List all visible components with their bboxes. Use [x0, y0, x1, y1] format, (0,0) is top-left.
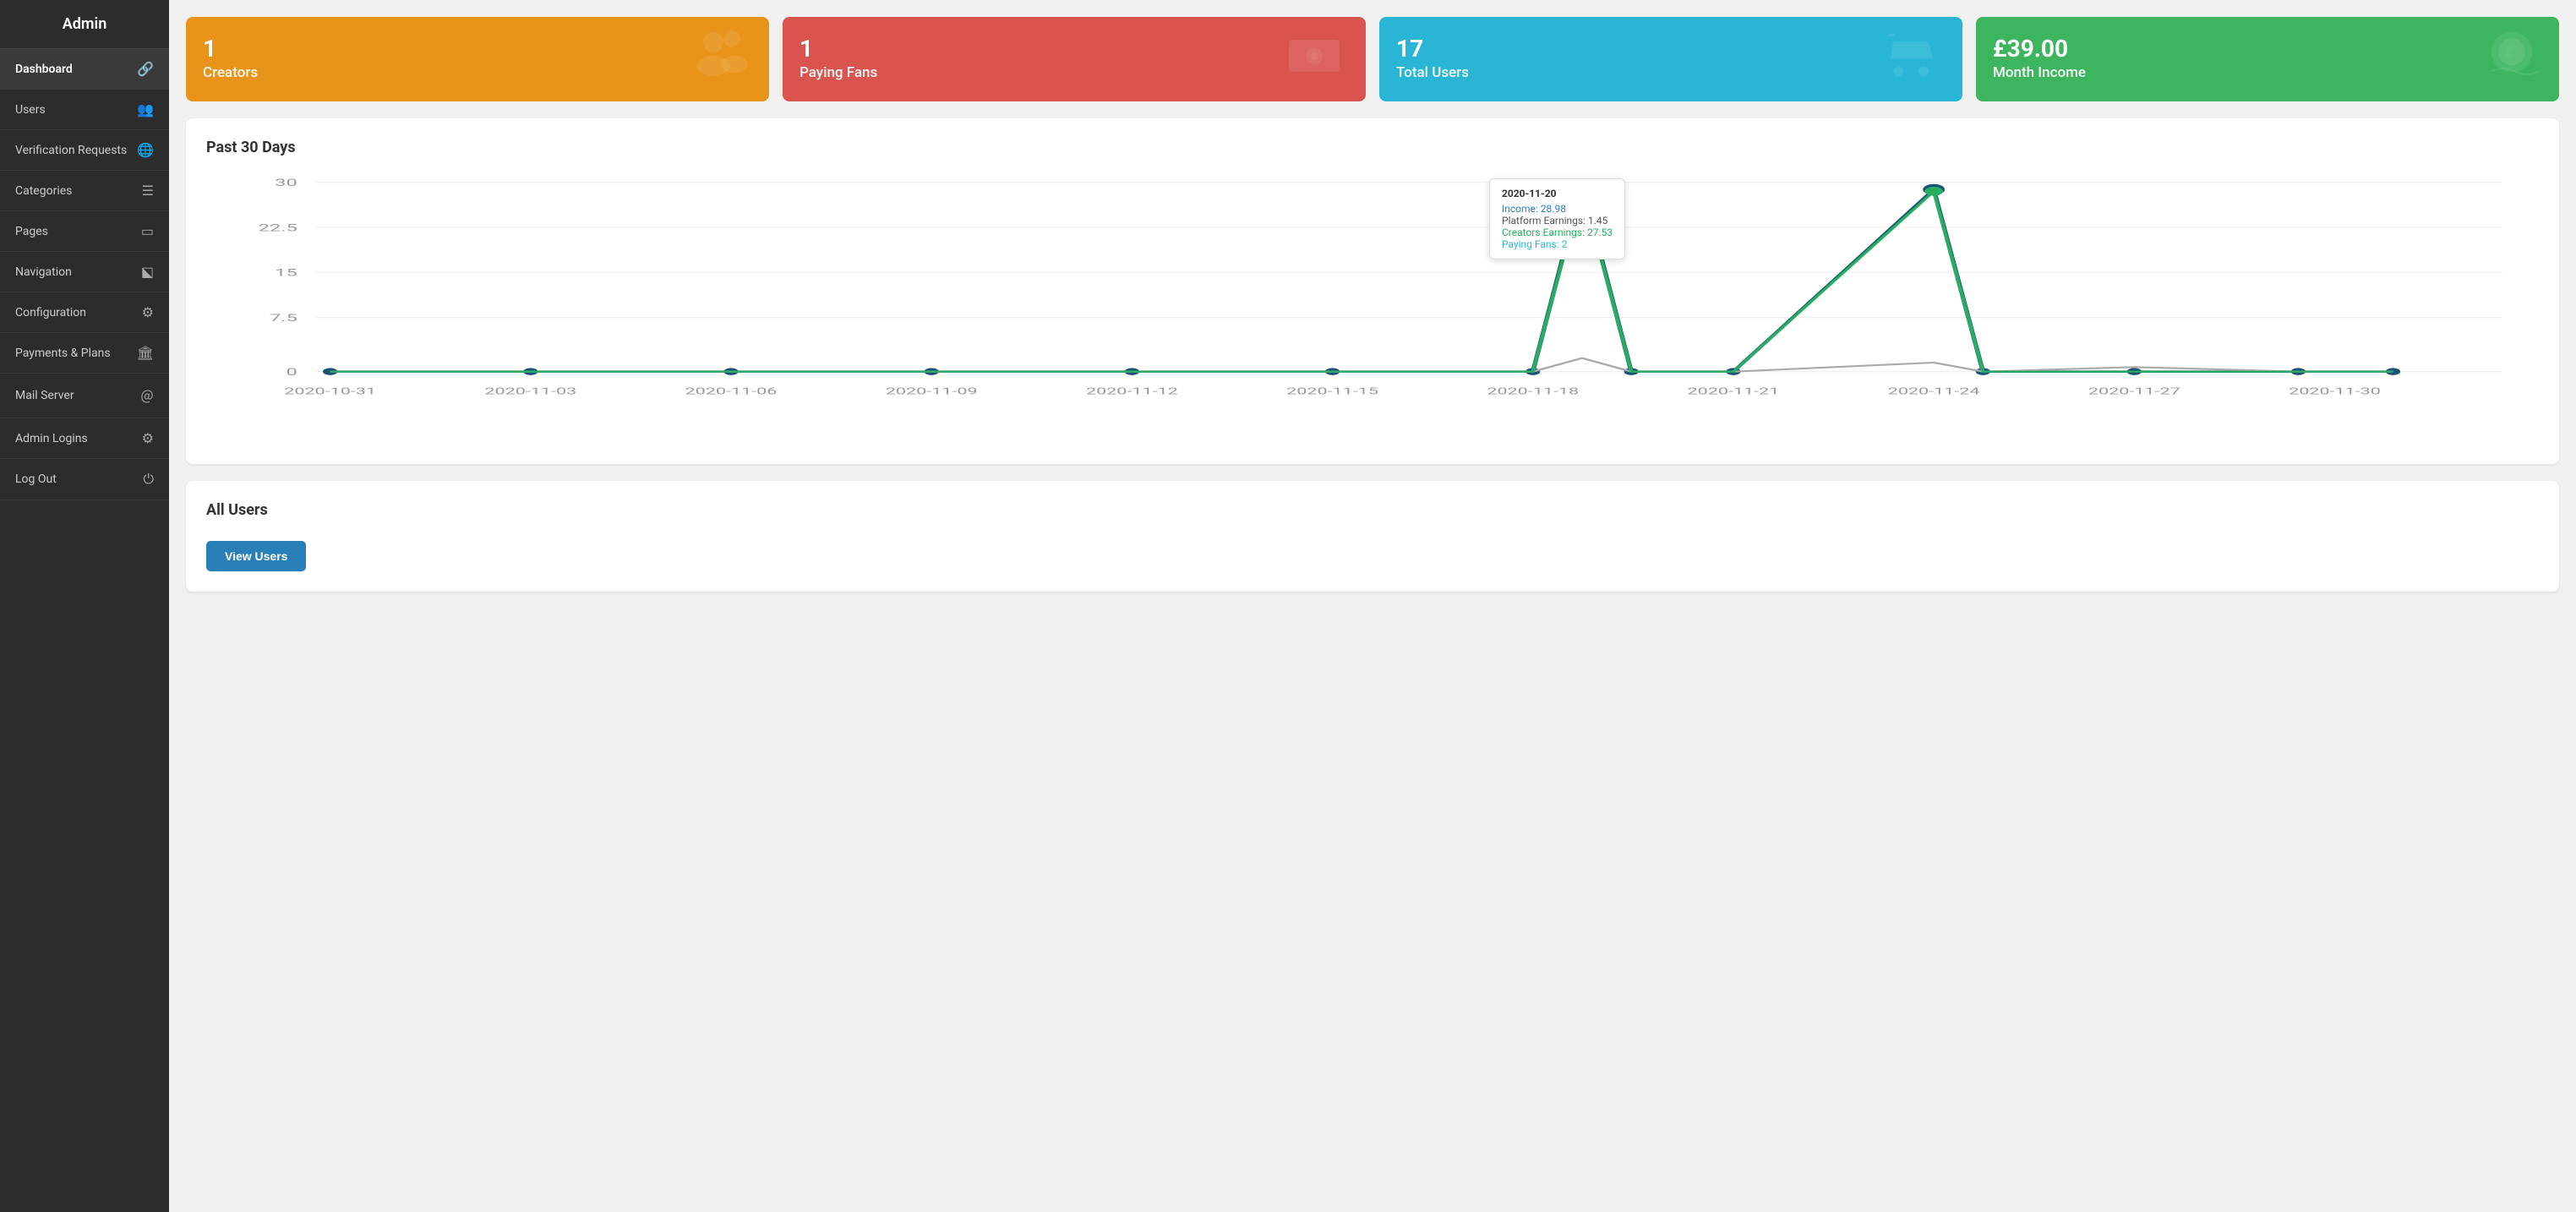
paying-fans-label: Paying Fans: [800, 64, 877, 81]
globe-icon: 🌐: [137, 142, 154, 158]
svg-text:2020-11-21: 2020-11-21: [1688, 386, 1780, 397]
sidebar-item-dashboard[interactable]: Dashboard 🔗: [0, 49, 169, 90]
sidebar-item-logout[interactable]: Log Out ⏻: [0, 459, 169, 500]
svg-text:2020-10-31: 2020-10-31: [284, 386, 376, 397]
main-content: 1 Creators 1 Paying Fans: [169, 0, 2576, 1212]
view-users-button[interactable]: View Users: [206, 541, 306, 571]
svg-text:22.5: 22.5: [259, 222, 297, 234]
sidebar: Admin Dashboard 🔗 Users 👥 Verification R…: [0, 0, 169, 1212]
page-icon: ▭: [141, 223, 154, 239]
paying-fans-icon: [1285, 27, 1352, 91]
sidebar-item-users[interactable]: Users 👥: [0, 90, 169, 130]
paying-fans-number: 1: [800, 37, 877, 61]
sidebar-item-label: Categories: [15, 184, 72, 198]
month-income-number: £39.00: [1993, 37, 2086, 61]
svg-text:2020-11-24: 2020-11-24: [1888, 386, 1980, 397]
total-users-label: Total Users: [1396, 64, 1469, 81]
sidebar-item-label: Users: [15, 103, 46, 117]
sidebar-item-label: Navigation: [15, 265, 72, 279]
svg-text:2020-11-12: 2020-11-12: [1086, 386, 1178, 397]
chart-panel: Past 30 Days 30 22.5 15 7.5 0: [186, 118, 2559, 464]
users-icon: 👥: [137, 101, 154, 117]
svg-text:2020-11-09: 2020-11-09: [886, 386, 978, 397]
svg-text:2020-11-27: 2020-11-27: [2088, 386, 2180, 397]
svg-text:15: 15: [275, 267, 297, 279]
chart-container: 30 22.5 15 7.5 0: [206, 173, 2539, 444]
svg-text:2020-11-15: 2020-11-15: [1286, 386, 1378, 397]
sidebar-item-label: Mail Server: [15, 389, 74, 402]
svg-text:2020-11-03: 2020-11-03: [484, 386, 576, 397]
menu-icon: ☰: [142, 183, 154, 199]
creators-label: Creators: [203, 64, 258, 81]
month-income-icon: £: [2478, 25, 2546, 94]
sidebar-item-label: Dashboard: [15, 63, 73, 76]
sidebar-item-categories[interactable]: Categories ☰: [0, 171, 169, 211]
sidebar-title: Admin: [0, 0, 169, 49]
sidebar-item-label: Admin Logins: [15, 432, 88, 445]
at-icon: ＠: [140, 385, 154, 406]
sidebar-item-label: Log Out: [15, 472, 57, 486]
stat-card-total-users: 17 Total Users: [1379, 17, 1962, 101]
svg-text:30: 30: [275, 177, 297, 188]
svg-text:0: 0: [286, 366, 297, 378]
svg-text:2020-11-30: 2020-11-30: [2289, 386, 2381, 397]
all-users-title: All Users: [206, 501, 2539, 519]
stat-cards: 1 Creators 1 Paying Fans: [186, 17, 2559, 101]
creators-icon: [688, 27, 756, 91]
total-users-number: 17: [1396, 37, 1469, 61]
gear2-icon: ⚙: [142, 430, 154, 446]
creators-number: 1: [203, 37, 258, 61]
sidebar-item-label: Pages: [15, 225, 48, 238]
sidebar-item-label: Payments & Plans: [15, 347, 111, 360]
nav-icon: ⬕: [141, 264, 154, 280]
gear-icon: ⚙: [142, 304, 154, 320]
svg-text:2020-11-18: 2020-11-18: [1487, 386, 1579, 397]
month-income-label: Month Income: [1993, 64, 2086, 81]
all-users-panel: All Users View Users: [186, 481, 2559, 592]
link-icon: 🔗: [137, 61, 154, 77]
stat-card-paying-fans: 1 Paying Fans: [783, 17, 1366, 101]
sidebar-item-label: Configuration: [15, 306, 86, 319]
sidebar-item-adminlogins[interactable]: Admin Logins ⚙: [0, 418, 169, 459]
sidebar-item-verification[interactable]: Verification Requests 🌐: [0, 130, 169, 171]
total-users-icon: [1881, 25, 1949, 94]
stat-card-creators: 1 Creators: [186, 17, 769, 101]
sidebar-item-navigation[interactable]: Navigation ⬕: [0, 252, 169, 292]
stat-card-month-income: £39.00 Month Income £: [1976, 17, 2559, 101]
sidebar-item-mailserver[interactable]: Mail Server ＠: [0, 374, 169, 418]
svg-text:7.5: 7.5: [270, 312, 297, 324]
sidebar-item-payments[interactable]: Payments & Plans 🏛: [0, 333, 169, 374]
bank-icon: 🏛: [137, 345, 154, 361]
svg-text:£: £: [2505, 44, 2514, 62]
chart-title: Past 30 Days: [206, 139, 2539, 156]
chart-svg: 30 22.5 15 7.5 0: [206, 173, 2539, 444]
sidebar-item-label: Verification Requests: [15, 144, 127, 157]
sidebar-item-configuration[interactable]: Configuration ⚙: [0, 292, 169, 333]
sidebar-item-pages[interactable]: Pages ▭: [0, 211, 169, 252]
svg-text:2020-11-06: 2020-11-06: [685, 386, 778, 397]
power-icon: ⏻: [143, 471, 154, 488]
